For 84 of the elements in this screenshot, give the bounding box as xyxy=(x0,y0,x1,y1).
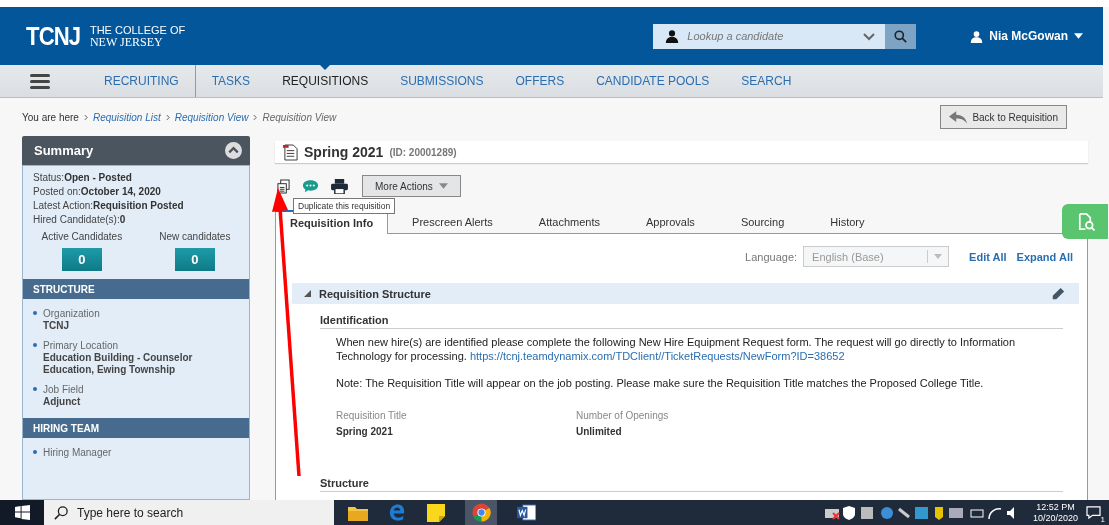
nav-tab[interactable]: SUBMISSIONS xyxy=(384,65,500,97)
back-button[interactable]: Back to Requisition xyxy=(940,105,1067,129)
bullet-icon xyxy=(33,387,37,391)
chevron-right-icon xyxy=(165,113,170,121)
subsection-title: Structure xyxy=(320,477,1063,492)
field-label: Hiring Manager xyxy=(43,446,112,459)
breadcrumb-link[interactable]: Requisition List xyxy=(92,111,161,123)
nav-tab[interactable]: TASKS xyxy=(195,65,267,97)
search-button[interactable] xyxy=(885,23,917,49)
note-paragraph: Note: The Requisition Title will appear on the job posting. Please make sure the Requisition Title matches the Proposed College Title. xyxy=(336,376,985,390)
field-label: Primary Location xyxy=(43,339,120,352)
sticky-note-icon[interactable] xyxy=(427,503,445,522)
count-button[interactable]: 0 xyxy=(174,248,215,271)
field-value: TCNJ xyxy=(43,320,71,332)
caret-icon xyxy=(934,254,943,259)
field-label: Number of Openings xyxy=(576,410,670,421)
taskbar-clock[interactable]: 12:52 PM 10/20/2020 xyxy=(1032,501,1078,524)
instruction-paragraph: When new hire(s) are identified please complete the following New Hire Equipment Request form. The request will go directly to Information Technology for processing. https://tcnj.teamdynamix.com/TDClient//TicketRequests/NewForm?ID=38652 xyxy=(336,336,1016,362)
tooltip: Duplicate this requisition xyxy=(293,198,396,214)
user-menu[interactable]: Nia McGowan xyxy=(970,29,1083,43)
status-line: Posted on:October 14, 2020 xyxy=(32,185,162,199)
folder-icon[interactable] xyxy=(348,504,368,521)
toolbar-link[interactable]: Expand All xyxy=(1016,250,1073,263)
search-icon xyxy=(894,29,908,43)
taskbar-search-field[interactable]: Type here to search xyxy=(44,500,334,525)
field-label: Requisition Title xyxy=(336,410,408,421)
nav-tab[interactable]: CANDIDATE POOLS xyxy=(580,65,726,97)
chrome-icon[interactable] xyxy=(471,503,491,522)
toolbar-link[interactable]: Edit All xyxy=(969,250,1007,263)
duplicate-icon[interactable] xyxy=(277,178,290,194)
collapse-icon[interactable] xyxy=(225,142,242,159)
caret-icon xyxy=(438,183,448,189)
counter-label: Active Candidates xyxy=(41,231,123,242)
search-placeholder: Type here to search xyxy=(77,505,184,520)
subsection-title: Identification xyxy=(320,314,1063,329)
form-link[interactable]: https://tcnj.teamdynamix.com/TDClient//TicketRequests/NewForm?ID=38652 xyxy=(469,350,845,362)
field-value: Spring 2021 xyxy=(336,426,394,437)
count-button[interactable]: 0 xyxy=(61,248,102,271)
chevron-right-icon xyxy=(253,113,258,121)
more-actions-button[interactable]: More Actions xyxy=(362,175,461,197)
field-value: Adjunct xyxy=(43,396,82,408)
search-icon xyxy=(54,505,68,520)
status-line: Latest Action:Requisition Posted xyxy=(32,199,185,213)
section-title: Requisition Structure xyxy=(319,287,431,300)
chevron-down-icon[interactable] xyxy=(863,32,876,41)
field-label: Organization xyxy=(43,307,100,320)
breadcrumb-label: You are here xyxy=(22,111,79,123)
field-value: Education Building - Counselor Education, Ewing Township xyxy=(43,352,194,376)
windows-start-icon[interactable] xyxy=(0,500,44,525)
notification-count: 1 xyxy=(1100,515,1105,524)
comment-icon[interactable] xyxy=(302,179,319,193)
nav-tab[interactable]: SEARCH xyxy=(725,65,808,97)
requisition-id: (ID: 20001289) xyxy=(389,146,457,158)
word-icon[interactable] xyxy=(517,504,536,521)
browser-e-icon[interactable] xyxy=(388,503,407,522)
nav-tab[interactable]: OFFERS xyxy=(499,65,581,97)
field-value: Unlimited xyxy=(576,426,623,437)
requisition-title: Spring 2021 xyxy=(304,144,384,160)
nav-tab[interactable]: RECRUITING xyxy=(88,65,195,97)
triangle-icon xyxy=(304,290,311,297)
bullet-icon xyxy=(33,311,37,315)
pencil-icon[interactable] xyxy=(1051,286,1065,301)
status-line: Status:Open - Posted xyxy=(32,171,133,185)
breadcrumb-current: Requisition View xyxy=(262,111,337,123)
bullet-icon xyxy=(33,450,37,454)
candidate-lookup-field[interactable]: Lookup a candidate xyxy=(653,23,886,49)
person-icon xyxy=(665,28,680,43)
reply-arrow-icon xyxy=(949,110,968,124)
section-header[interactable]: Requisition Structure xyxy=(292,283,1079,304)
caret-icon xyxy=(1074,33,1083,39)
section-header: HIRING TEAM xyxy=(23,418,249,438)
chevron-right-icon xyxy=(83,113,88,121)
print-icon[interactable] xyxy=(331,178,348,194)
nav-tab[interactable]: REQUISITIONS xyxy=(266,65,385,97)
counter-label: New candidates xyxy=(159,231,231,242)
status-line: Hired Candidate(s):0 xyxy=(32,213,127,227)
user-name: Nia McGowan xyxy=(989,29,1068,43)
field-label: Job Field xyxy=(43,383,84,396)
language-label: Language: xyxy=(745,250,798,263)
bullet-icon xyxy=(33,343,37,347)
section-header: STRUCTURE xyxy=(23,279,249,299)
breadcrumb-link[interactable]: Requisition View xyxy=(174,111,249,123)
person-icon xyxy=(970,29,984,43)
summary-title: Summary xyxy=(34,143,94,158)
